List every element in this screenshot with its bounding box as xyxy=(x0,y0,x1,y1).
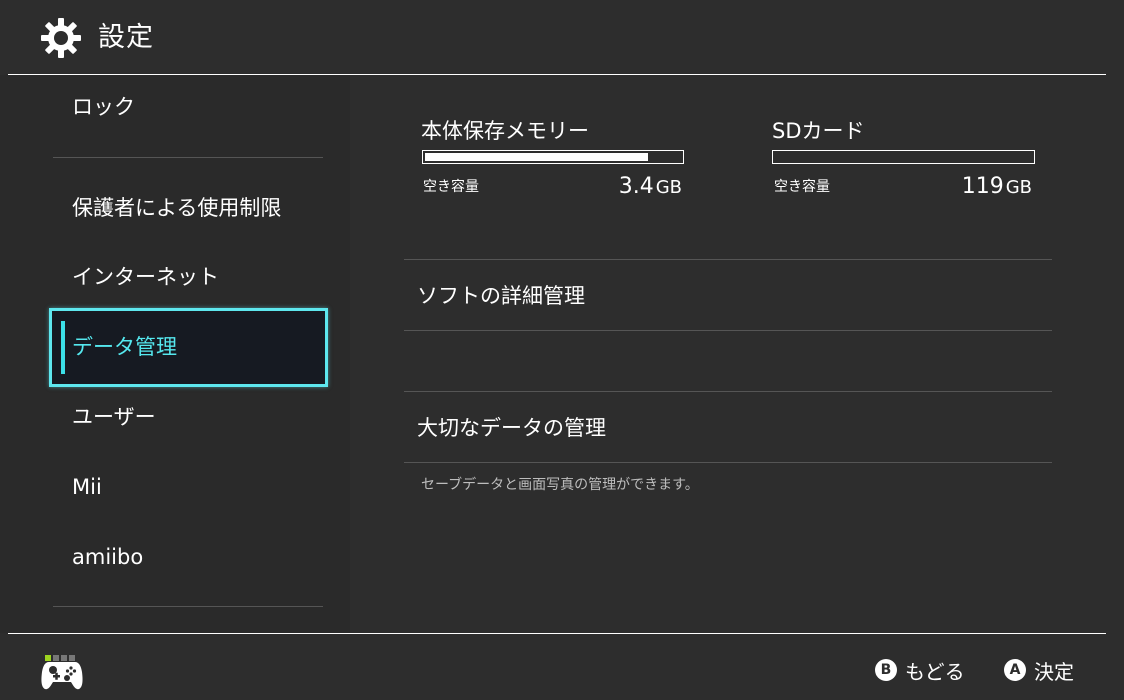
sidebar-item-data-management[interactable]: データ管理 xyxy=(49,308,328,387)
sidebar-divider xyxy=(53,606,323,607)
save-data-management-description: セーブデータと画面写真の管理ができます。 xyxy=(421,477,699,493)
a-button-icon: A xyxy=(1004,659,1026,681)
footer-divider xyxy=(8,633,1106,634)
gear-icon xyxy=(41,18,81,58)
sidebar-item-mii[interactable]: Mii xyxy=(72,473,102,501)
system-memory-free-label: 空き容量 xyxy=(423,179,479,195)
sidebar-divider xyxy=(53,157,323,158)
sd-card-free-value: 119 GB xyxy=(961,174,1032,199)
sidebar: ロック 保護者による使用制限 インターネット データ管理 ユーザー Mii am… xyxy=(0,75,350,633)
sidebar-item-amiibo[interactable]: amiibo xyxy=(72,543,143,571)
sidebar-item-parental-controls[interactable]: 保護者による使用制限 xyxy=(72,194,281,222)
sidebar-item-lock[interactable]: ロック xyxy=(72,93,135,121)
sd-card-bar xyxy=(772,150,1035,164)
system-memory-storage: 本体保存メモリー 空き容量 3.4 GB xyxy=(421,117,684,199)
sd-card-title: SDカード xyxy=(772,119,865,143)
system-memory-title: 本体保存メモリー xyxy=(421,119,589,143)
sidebar-item-users[interactable]: ユーザー xyxy=(72,403,156,431)
content-divider xyxy=(404,259,1052,260)
header: 設定 xyxy=(0,0,1124,74)
confirm-button[interactable]: A 決定 xyxy=(1004,657,1074,684)
system-memory-bar xyxy=(422,150,684,164)
system-memory-bar-fill xyxy=(425,153,648,161)
page-title: 設定 xyxy=(98,22,154,53)
save-data-management-item[interactable]: 大切なデータの管理 xyxy=(417,414,606,442)
back-button-label: もどる xyxy=(905,659,965,684)
back-button[interactable]: B もどる xyxy=(875,657,965,684)
sd-card-free-label: 空き容量 xyxy=(774,179,830,195)
system-memory-free-value: 3.4 GB xyxy=(618,174,682,199)
b-button-icon: B xyxy=(875,659,897,681)
selection-indicator xyxy=(61,321,65,374)
controller-icon xyxy=(41,662,83,690)
sidebar-item-internet[interactable]: インターネット xyxy=(72,263,219,291)
sd-card-storage: SDカード 空き容量 119 GB xyxy=(772,117,1035,199)
content-divider xyxy=(404,391,1052,392)
content-divider xyxy=(404,462,1052,463)
sidebar-item-label: データ管理 xyxy=(72,335,177,359)
settings-screen: 設定 ロック 保護者による使用制限 インターネット データ管理 ユーザー Mii… xyxy=(0,0,1124,700)
confirm-button-label: 決定 xyxy=(1034,659,1074,684)
software-management-item[interactable]: ソフトの詳細管理 xyxy=(417,282,585,310)
content-divider xyxy=(404,330,1052,331)
